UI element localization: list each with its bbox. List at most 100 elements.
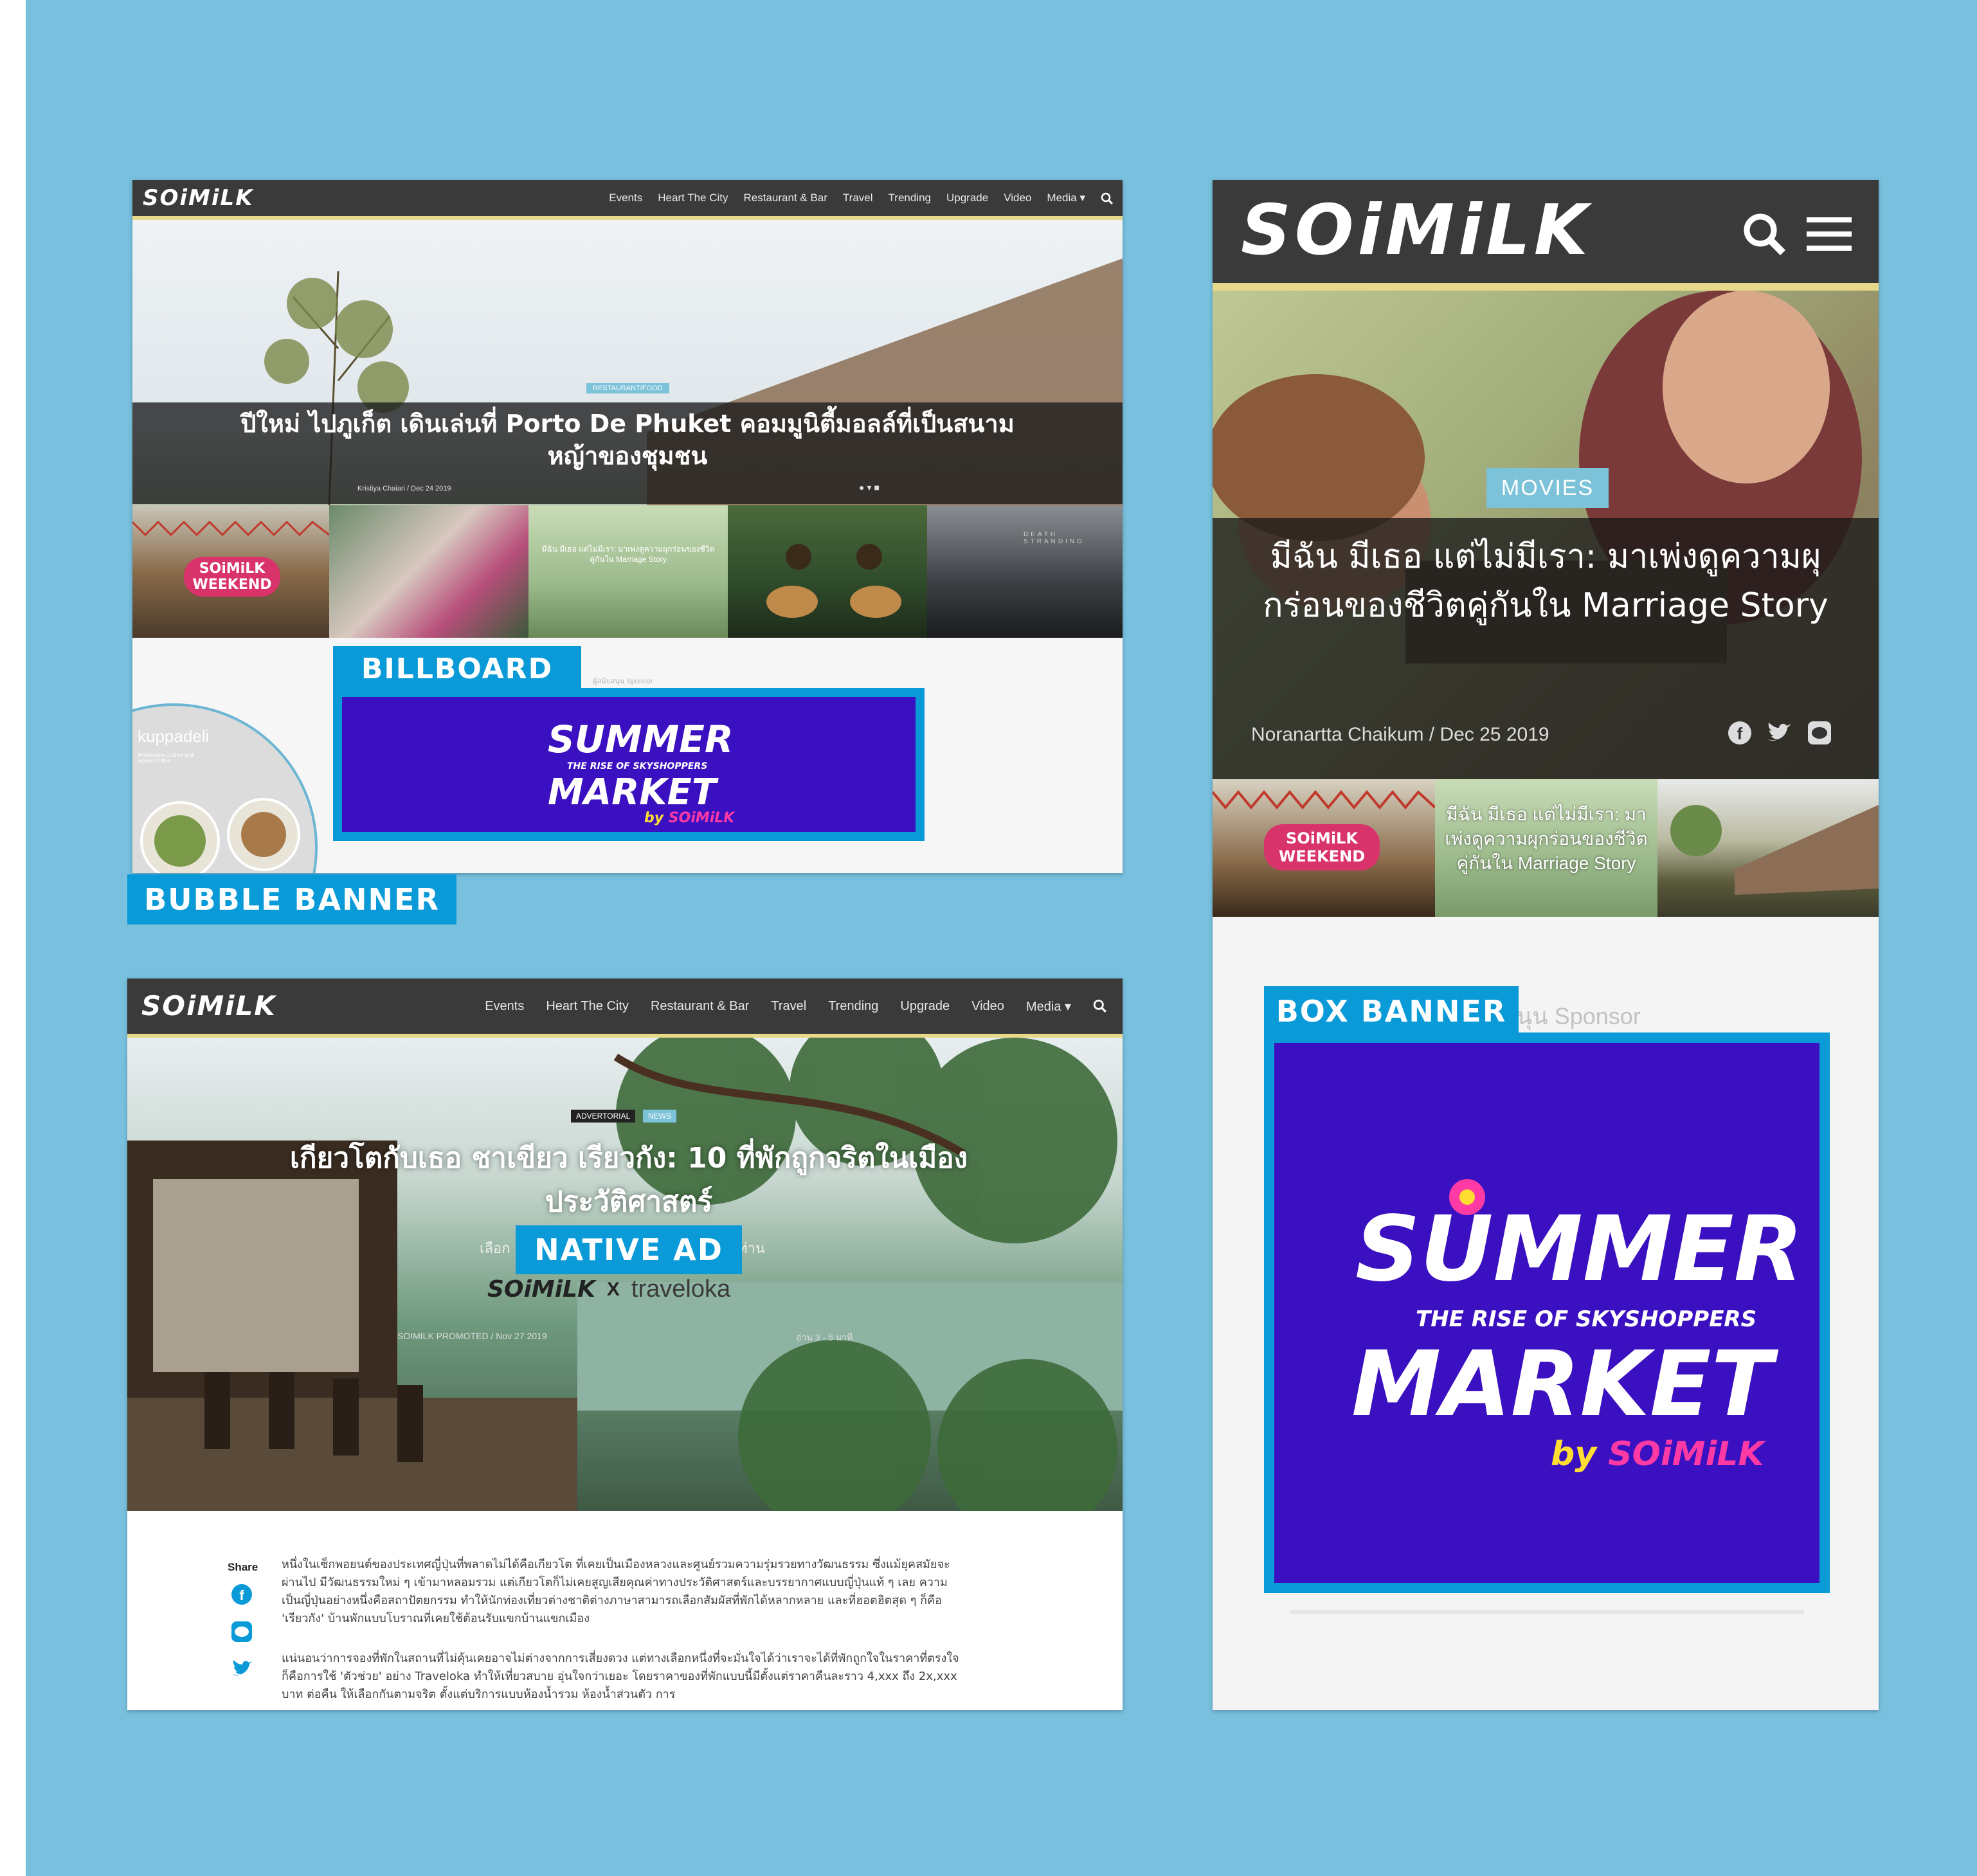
nav-item-media-label: Media xyxy=(1025,999,1061,1014)
thumbnail-3[interactable]: มีฉัน มีเธอ แต่ไม่มีเรา: มาเพ่งดูความผุก… xyxy=(528,505,728,638)
hamburger-menu-icon[interactable] xyxy=(1807,216,1852,255)
svg-text:f: f xyxy=(239,1587,244,1603)
nav-item-media-label: Media xyxy=(1047,192,1077,204)
site-logo-2[interactable]: SOiMiLK xyxy=(141,990,276,1022)
tag-advertorial[interactable]: ADVERTORIAL xyxy=(571,1110,636,1123)
summer-by: by SOiMiLK xyxy=(644,810,734,826)
thumbnail-5[interactable]: DEATH STRANDING xyxy=(927,505,1123,638)
summer-line2: THE RISE OF SKYSHOPPERS xyxy=(567,761,708,771)
facebook-icon[interactable]: ● xyxy=(859,482,867,492)
label-bubble-banner: BUBBLE BANNER xyxy=(127,874,456,924)
nav-item-video[interactable]: Video xyxy=(971,999,1004,1014)
mobile-thumbnail-1[interactable]: SOiMiLK WEEKEND xyxy=(1213,779,1435,917)
mobile-divider xyxy=(1290,1610,1804,1614)
svg-text:f: f xyxy=(1737,724,1743,743)
facebook-icon[interactable]: f xyxy=(230,1583,253,1609)
line-icon[interactable] xyxy=(1807,720,1832,746)
top-nav: SOiMiLK Events Heart The City Restaurant… xyxy=(132,180,1123,220)
social-icons: ●▾■ xyxy=(859,482,882,493)
nav-item-media[interactable]: Media ▾ xyxy=(1047,192,1085,204)
site-logo[interactable]: SOiMiLK xyxy=(143,185,254,211)
mobile-nav: SOiMiLK xyxy=(1213,180,1879,291)
chevron-down-icon: ▾ xyxy=(1064,999,1071,1014)
mobile-thumb-label-weekend: SOiMiLK WEEKEND xyxy=(1264,824,1380,870)
mobile-headline[interactable]: มีฉัน มีเธอ แต่ไม่มีเรา: มาเพ่งดูความผุก… xyxy=(1238,532,1853,630)
nav-item-media[interactable]: Media ▾ xyxy=(1026,998,1071,1015)
article-byline: Kristiya Chaiari / Dec 24 2019 xyxy=(357,485,451,492)
nav-item-trending[interactable]: Trending xyxy=(828,999,878,1014)
line-icon[interactable] xyxy=(230,1620,253,1646)
summer-by-brand: SOiMiLK xyxy=(668,810,735,826)
native-paragraph-2: แน่นอนว่าการจองที่พักในสถานที่ไม่คุ้นเคย… xyxy=(282,1652,959,1701)
search-icon[interactable] xyxy=(1742,212,1787,260)
nav-item-travel[interactable]: Travel xyxy=(843,192,873,204)
partner-traveloka: traveloka xyxy=(631,1276,731,1303)
bubble-banner-ad[interactable]: kuppadeli Wholesome Cuisine and Artisan … xyxy=(132,703,318,873)
nav-menu: Events Heart The City Restaurant & Bar T… xyxy=(609,180,1114,216)
thumbnail-2[interactable] xyxy=(329,505,528,638)
billboard-ad-summer-market[interactable]: SUMMER THE RISE OF SKYSHOPPERS MARKET by… xyxy=(333,688,925,841)
box-summer-by-text: by xyxy=(1551,1435,1597,1474)
label-billboard: BILLBOARD xyxy=(333,646,581,691)
thumb-label-weekend: SOiMiLK WEEKEND xyxy=(184,557,280,597)
search-icon[interactable] xyxy=(1101,192,1114,205)
summer-line3: MARKET xyxy=(548,771,717,813)
presentation-canvas: SOiMiLK Events Heart The City Restaurant… xyxy=(26,0,1977,1876)
thumbnail-1[interactable]: SOiMiLK WEEKEND xyxy=(132,505,329,638)
native-readtime: อ่าน 3 - 5 นาที xyxy=(796,1332,853,1342)
thumb-label-death-stranding: DEATH STRANDING xyxy=(1024,531,1085,545)
nav-item-upgrade[interactable]: Upgrade xyxy=(946,192,988,204)
partner-x: X xyxy=(606,1278,620,1300)
nav-item-restaurant-bar[interactable]: Restaurant & Bar xyxy=(744,192,827,204)
facebook-icon[interactable]: f xyxy=(1727,720,1753,746)
mobile-thumb-label-marriage: มีฉัน มีเธอ แต่ไม่มีเรา: มาเพ่งดูความผุก… xyxy=(1445,804,1648,873)
desktop-native-article-screenshot: SOiMiLK Events Heart The City Restaurant… xyxy=(127,979,1123,1710)
tag-news[interactable]: NEWS xyxy=(643,1110,676,1123)
mobile-byline: Noranartta Chaikum / Dec 25 2019 xyxy=(1251,724,1549,745)
category-tag[interactable]: RESTAURANT/FOOD xyxy=(586,383,669,393)
mobile-social-icons: f xyxy=(1727,720,1832,746)
article-headline[interactable]: ปีใหม่ ไปภูเก็ต เดินเล่นที่ Porto De Phu… xyxy=(235,408,1020,472)
mobile-thumbnail-3[interactable] xyxy=(1657,779,1879,917)
native-deck-right: ท่าน xyxy=(738,1240,765,1256)
summer-by-text: by xyxy=(644,810,664,826)
line-icon[interactable]: ■ xyxy=(874,482,882,492)
box-summer-line2: THE RISE OF SKYSHOPPERS xyxy=(1416,1306,1757,1332)
native-byline: SOIMILK PROMOTED / Nov 27 2019 xyxy=(397,1331,547,1341)
nav-item-heart-the-city[interactable]: Heart The City xyxy=(546,999,629,1014)
box-summer-line3: MARKET xyxy=(1351,1332,1773,1437)
top-nav-2: SOiMiLK Events Heart The City Restaurant… xyxy=(127,979,1123,1038)
summer-line1: SUMMER xyxy=(548,717,734,761)
twitter-icon[interactable] xyxy=(1765,720,1794,746)
mobile-logo[interactable]: SOiMiLK xyxy=(1241,190,1592,271)
box-banner-ad-summer-market[interactable]: SUMMER THE RISE OF SKYSHOPPERS MARKET by… xyxy=(1264,1033,1830,1593)
native-hero-image[interactable] xyxy=(127,1038,1123,1511)
nav-item-events[interactable]: Events xyxy=(609,192,642,204)
search-icon[interactable] xyxy=(1093,999,1107,1013)
twitter-icon[interactable] xyxy=(230,1657,253,1684)
native-paragraph-1: หนึ่งในเซ็กพอยนต์ของประเทศญี่ปุ่นที่พลาด… xyxy=(282,1558,950,1625)
nav-item-trending[interactable]: Trending xyxy=(889,192,931,204)
partner-soimilk: SOiMiLK xyxy=(487,1276,595,1303)
thumbnail-4[interactable] xyxy=(728,505,927,638)
nav-item-events[interactable]: Events xyxy=(485,999,524,1014)
box-summer-by-brand: SOiMiLK xyxy=(1608,1435,1764,1474)
chevron-down-icon: ▾ xyxy=(1079,192,1085,204)
share-label: Share xyxy=(228,1561,258,1573)
mobile-thumbnail-2[interactable]: มีฉัน มีเธอ แต่ไม่มีเรา: มาเพ่งดูความผุก… xyxy=(1435,779,1657,917)
nav-item-upgrade[interactable]: Upgrade xyxy=(900,999,950,1014)
native-deck-left: เลือก xyxy=(480,1240,510,1256)
nav-item-travel[interactable]: Travel xyxy=(771,999,806,1014)
label-native-ad: NATIVE AD xyxy=(516,1225,742,1274)
nav-item-heart-the-city[interactable]: Heart The City xyxy=(658,192,728,204)
partner-logos: SOiMiLK X traveloka xyxy=(487,1276,730,1303)
nav-item-restaurant-bar[interactable]: Restaurant & Bar xyxy=(651,999,749,1014)
sponsor-label: ผู้สนับสนุน Sponsor xyxy=(593,678,653,685)
box-summer-by: by SOiMiLK xyxy=(1551,1435,1764,1474)
native-headline[interactable]: เกียวโตกับเธอ ชาเขียว เรียวกัง: 10 ที่พั… xyxy=(243,1137,1015,1224)
twitter-icon[interactable]: ▾ xyxy=(867,482,874,492)
nav-item-video[interactable]: Video xyxy=(1004,192,1031,204)
box-summer-line1: SUMMER xyxy=(1355,1197,1803,1302)
mobile-category-tag[interactable]: MOVIES xyxy=(1486,468,1609,508)
nav-menu-2: Events Heart The City Restaurant & Bar T… xyxy=(485,979,1107,1034)
